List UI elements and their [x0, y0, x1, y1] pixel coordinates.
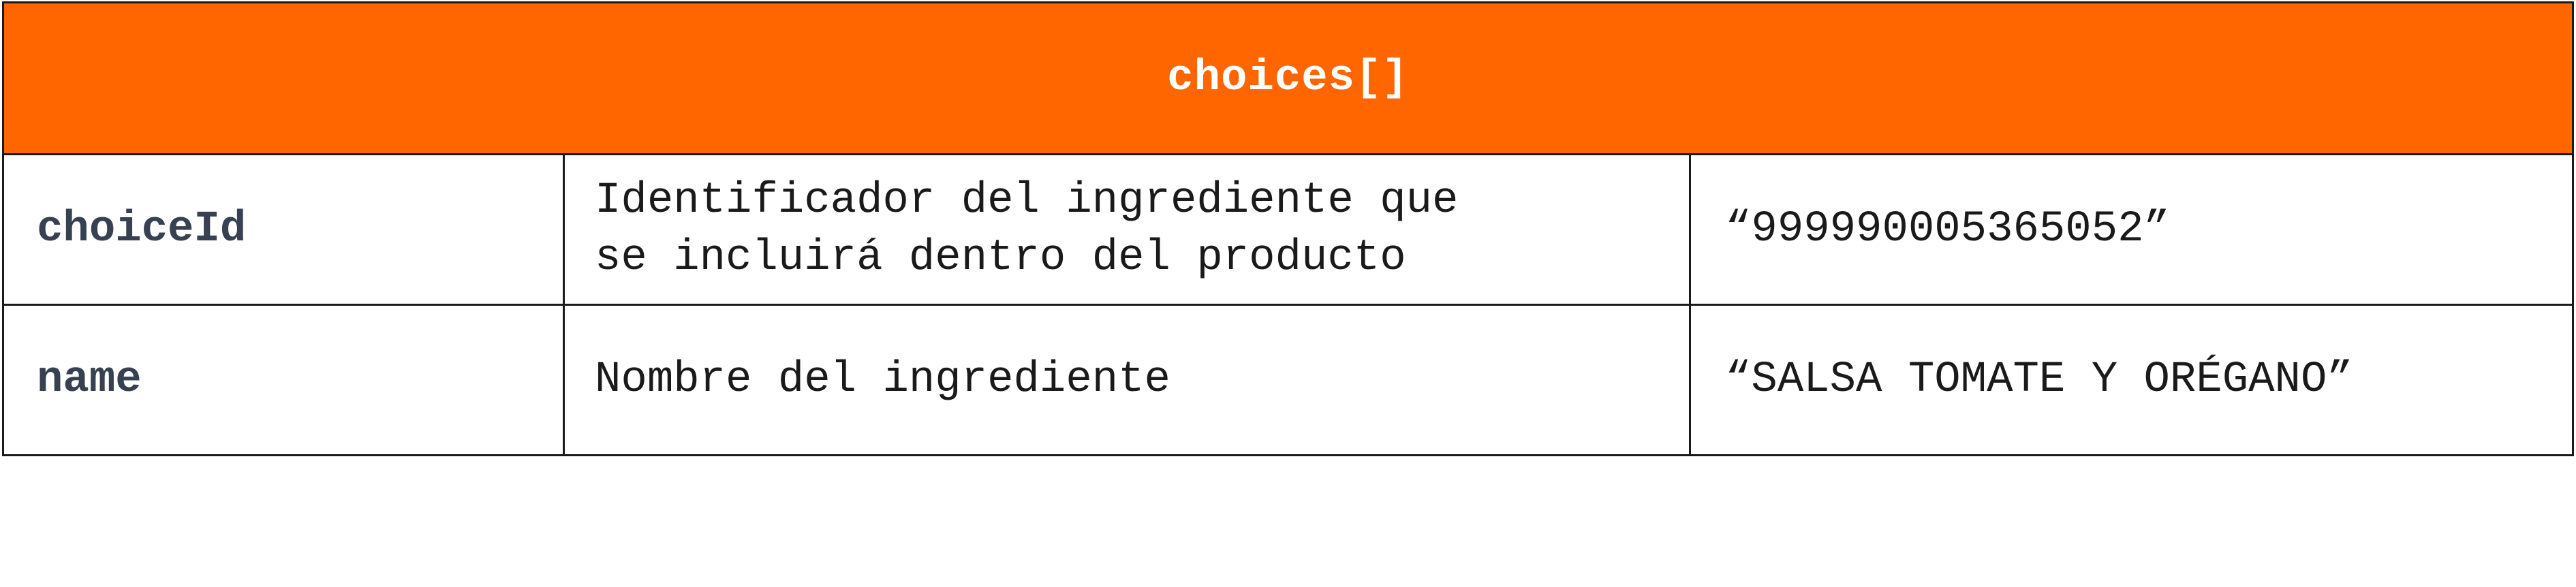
description-line: Identificador del ingrediente que: [595, 176, 1459, 225]
description-line: Nombre del ingrediente: [595, 355, 1170, 404]
field-example: “999990005365052”: [1689, 153, 2574, 306]
table-row: name Nombre del ingrediente “SALSA TOMAT…: [2, 304, 2574, 456]
field-name: choiceId: [2, 153, 565, 306]
field-description: Identificador del ingrediente que se inc…: [563, 153, 1691, 306]
field-name: name: [2, 304, 565, 456]
description-line: se incluirá dentro del producto: [595, 234, 1406, 283]
field-description: Nombre del ingrediente: [563, 304, 1691, 456]
table-row: choiceId Identificador del ingrediente q…: [2, 153, 2574, 306]
table-header-row: choices[]: [2, 1, 2574, 155]
choices-table: choices[] choiceId Identificador del ing…: [2, 1, 2574, 456]
field-example: “SALSA TOMATE Y ORÉGANO”: [1689, 304, 2574, 456]
table-title: choices[]: [2, 1, 2574, 155]
